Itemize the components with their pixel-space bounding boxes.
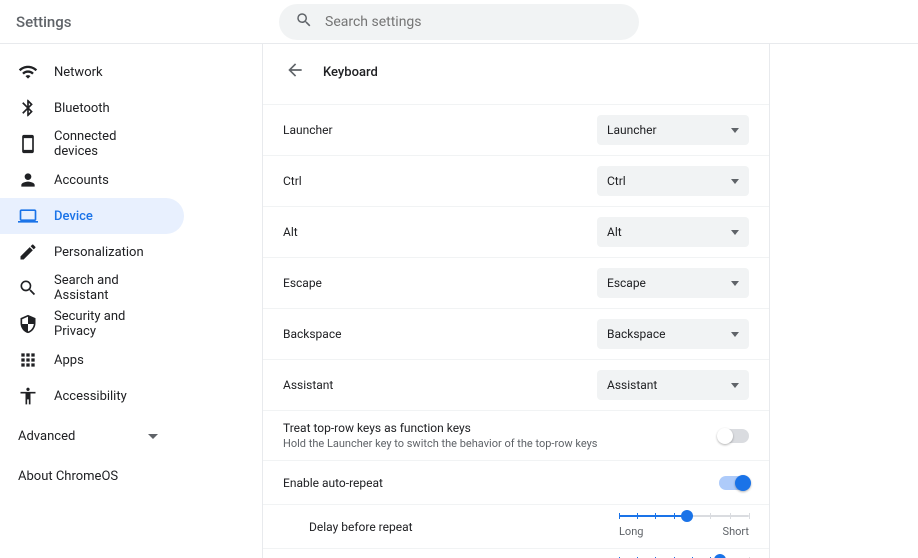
sidebar-item-about[interactable]: About ChromeOS — [0, 458, 184, 494]
row-alt: Alt Alt — [263, 207, 769, 258]
row-label: Enable auto-repeat — [283, 476, 383, 490]
page-title: Keyboard — [323, 65, 378, 80]
sidebar-item-label: Security and Privacy — [54, 309, 162, 339]
back-button[interactable] — [283, 60, 307, 84]
sidebar-item-label: Network — [54, 65, 103, 80]
bluetooth-icon — [18, 98, 38, 118]
toggle-auto-repeat[interactable] — [719, 476, 749, 490]
wifi-icon — [18, 62, 38, 82]
search-icon — [295, 11, 313, 33]
sidebar-item-label: Connected devices — [54, 129, 162, 159]
sidebar-item-apps[interactable]: Apps — [0, 342, 184, 378]
dropdown-value: Launcher — [607, 123, 657, 137]
phone-icon — [18, 134, 38, 154]
chevron-down-icon — [731, 332, 739, 337]
row-delay-before-repeat: Delay before repeat — [263, 505, 769, 549]
row-repeat-rate: Repeat rate Slow — [263, 549, 769, 558]
sidebar-item-connected-devices[interactable]: Connected devices — [0, 126, 184, 162]
row-launcher: Launcher Launcher — [263, 105, 769, 156]
sidebar-item-label: Apps — [54, 353, 84, 368]
main-panel: Keyboard Launcher Launcher Ctrl Ctrl Alt — [262, 44, 770, 558]
slider-label-left: Long — [619, 525, 643, 538]
settings-title: Settings — [16, 13, 72, 31]
row-label: Escape — [283, 276, 322, 290]
laptop-icon — [18, 206, 38, 226]
slider-label-right: Short — [723, 525, 749, 538]
sidebar-item-accessibility[interactable]: Accessibility — [0, 378, 184, 414]
row-label: Launcher — [283, 123, 333, 137]
row-assistant: Assistant Assistant — [263, 360, 769, 411]
sidebar-item-label: Bluetooth — [54, 101, 110, 116]
sidebar-item-security-privacy[interactable]: Security and Privacy — [0, 306, 184, 342]
sidebar-item-search-assistant[interactable]: Search and Assistant — [0, 270, 184, 306]
sidebar-item-label: Accessibility — [54, 389, 127, 404]
chevron-down-icon — [731, 281, 739, 286]
dropdown-value: Escape — [607, 276, 646, 290]
dropdown-value: Assistant — [607, 378, 657, 392]
sidebar: Network Bluetooth Connected devices Acco… — [0, 44, 184, 558]
accessibility-icon — [18, 386, 38, 406]
row-label: Treat top-row keys as function keys — [283, 421, 597, 435]
row-backspace: Backspace Backspace — [263, 309, 769, 360]
search-input[interactable] — [325, 14, 623, 30]
edit-icon — [18, 242, 38, 262]
dropdown-value: Alt — [607, 225, 622, 239]
dropdown-ctrl[interactable]: Ctrl — [597, 166, 749, 196]
toggle-function-keys[interactable] — [719, 429, 749, 443]
shield-icon — [18, 314, 38, 334]
dropdown-alt[interactable]: Alt — [597, 217, 749, 247]
chevron-down-icon — [731, 179, 739, 184]
sidebar-item-label: Accounts — [54, 173, 109, 188]
row-label: Assistant — [283, 378, 333, 392]
apps-icon — [18, 350, 38, 370]
chevron-down-icon — [731, 383, 739, 388]
chevron-down-icon — [731, 230, 739, 235]
slider-delay[interactable] — [619, 515, 749, 517]
dropdown-launcher[interactable]: Launcher — [597, 115, 749, 145]
person-icon — [18, 170, 38, 190]
sidebar-item-device[interactable]: Device — [0, 198, 184, 234]
arrow-left-icon — [285, 60, 305, 84]
about-label: About ChromeOS — [18, 469, 118, 484]
sidebar-item-label: Personalization — [54, 245, 144, 260]
dropdown-value: Ctrl — [607, 174, 626, 188]
row-sublabel: Hold the Launcher key to switch the beha… — [283, 437, 597, 450]
search-box[interactable] — [279, 4, 639, 40]
row-label: Backspace — [283, 327, 341, 341]
sidebar-item-network[interactable]: Network — [0, 54, 184, 90]
chevron-down-icon — [731, 128, 739, 133]
sidebar-item-accounts[interactable]: Accounts — [0, 162, 184, 198]
row-auto-repeat: Enable auto-repeat — [263, 461, 769, 505]
chevron-down-icon — [148, 429, 158, 444]
row-label: Ctrl — [283, 174, 302, 188]
sidebar-item-personalization[interactable]: Personalization — [0, 234, 184, 270]
sidebar-item-label: Device — [54, 209, 93, 224]
row-label: Alt — [283, 225, 298, 239]
row-function-keys: Treat top-row keys as function keys Hold… — [263, 411, 769, 461]
row-label: Delay before repeat — [309, 520, 413, 534]
dropdown-value: Backspace — [607, 327, 665, 341]
search-icon — [18, 278, 38, 298]
sidebar-item-advanced[interactable]: Advanced — [0, 418, 184, 454]
row-escape: Escape Escape — [263, 258, 769, 309]
sidebar-item-bluetooth[interactable]: Bluetooth — [0, 90, 184, 126]
dropdown-assistant[interactable]: Assistant — [597, 370, 749, 400]
row-ctrl: Ctrl Ctrl — [263, 156, 769, 207]
dropdown-backspace[interactable]: Backspace — [597, 319, 749, 349]
advanced-label: Advanced — [18, 429, 75, 444]
dropdown-escape[interactable]: Escape — [597, 268, 749, 298]
sidebar-item-label: Search and Assistant — [54, 273, 162, 303]
